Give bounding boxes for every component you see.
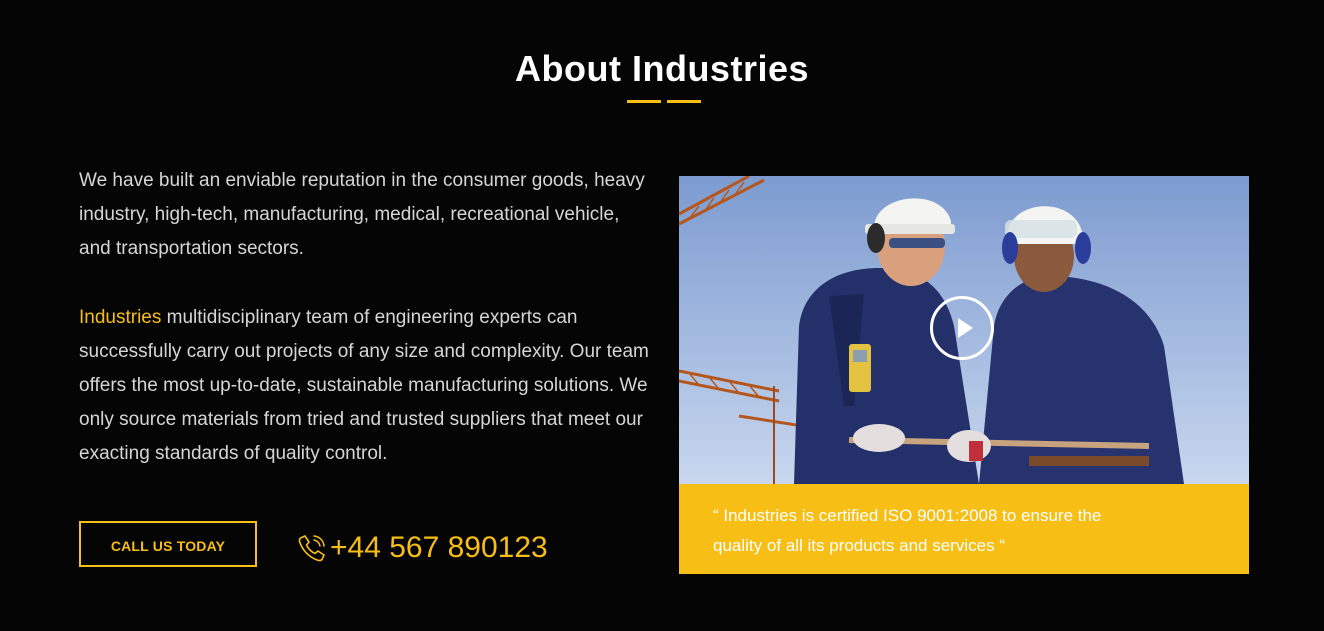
certification-quote-box: “ Industries is certified ISO 9001:2008 … [679, 484, 1249, 574]
certification-quote: “ Industries is certified ISO 9001:2008 … [713, 506, 1102, 555]
section-title: About Industries [515, 48, 809, 89]
phone-number: +44 567 890123 [330, 531, 548, 564]
about-paragraph-2: Industries multidisciplinary team of eng… [79, 301, 649, 471]
play-icon [958, 318, 973, 338]
title-divider [627, 100, 701, 103]
about-section: About Industries We have built an enviab… [0, 0, 1324, 631]
phone-link[interactable]: +44 567 890123 [296, 527, 548, 569]
about-text: We have built an enviable reputation in … [79, 164, 649, 506]
video-thumbnail[interactable] [679, 176, 1249, 484]
about-paragraph-2-text: multidisciplinary team of engineering ex… [79, 307, 649, 464]
call-us-today-button[interactable]: CALL US TODAY [79, 521, 257, 567]
phone-icon [298, 535, 325, 562]
brand-highlight: Industries [79, 307, 162, 328]
about-paragraph-1: We have built an enviable reputation in … [79, 170, 645, 259]
play-button[interactable] [930, 296, 994, 360]
divider-bar-left [627, 100, 661, 103]
divider-bar-right [667, 100, 701, 103]
